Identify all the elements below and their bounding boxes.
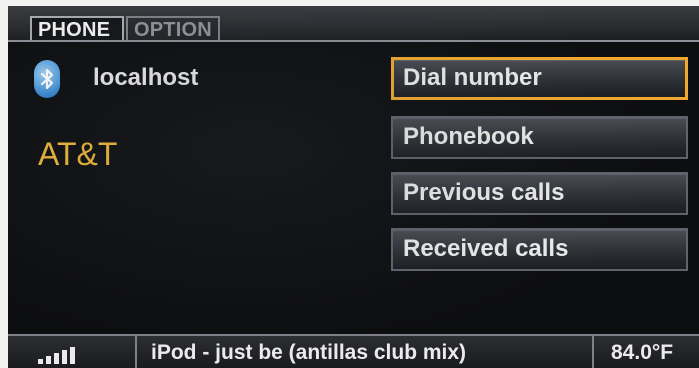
dial-number-button[interactable]: Dial number (391, 57, 688, 100)
device-name: localhost (93, 64, 199, 91)
tab-option[interactable]: OPTION (126, 16, 220, 42)
phone-screen: PHONE OPTION localhost AT&T Dial number … (8, 6, 699, 368)
temperature-readout: 84.0°F (611, 341, 674, 364)
tab-divider (8, 40, 699, 42)
previous-calls-button[interactable]: Previous calls (391, 172, 688, 215)
phonebook-button[interactable]: Phonebook (391, 116, 688, 159)
carrier-name: AT&T (38, 136, 118, 172)
status-divider (592, 336, 594, 368)
status-bar: iPod - just be (antillas club mix) 84.0°… (8, 334, 699, 368)
signal-strength-icon (38, 346, 98, 364)
received-calls-button[interactable]: Received calls (391, 228, 688, 271)
status-divider (135, 336, 137, 368)
bluetooth-icon (34, 60, 60, 98)
tab-phone[interactable]: PHONE (30, 16, 124, 42)
now-playing-text: iPod - just be (antillas club mix) (151, 341, 467, 364)
